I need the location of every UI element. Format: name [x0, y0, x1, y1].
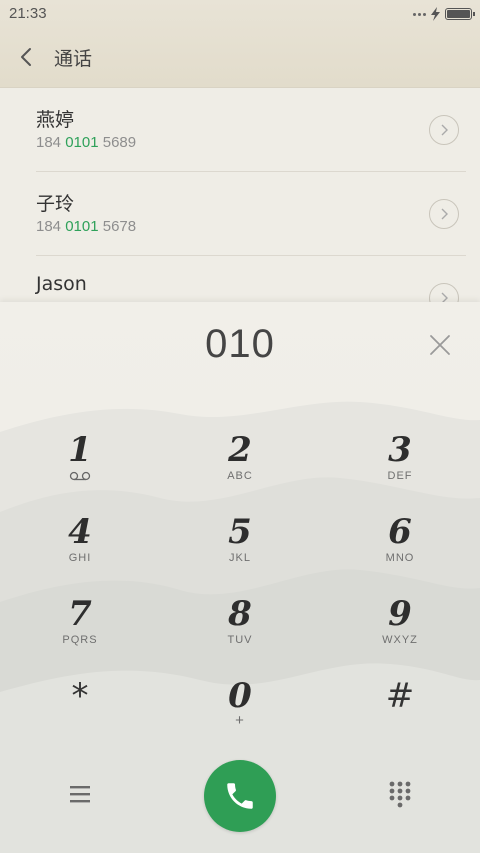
battery-icon — [445, 8, 475, 20]
key-8[interactable]: 8 TUV — [180, 594, 300, 664]
key-4[interactable]: 4 GHI — [20, 512, 140, 582]
key-letters: TUV — [227, 634, 253, 646]
key-letters: DEF — [387, 470, 413, 482]
key-2[interactable]: 2 ABC — [180, 430, 300, 500]
key-digit: 5 — [228, 512, 252, 552]
dialpad-area: 010 1 2 ABC 3 DEF 4 GHI 5 JKL 6 MNO 7 PQ… — [0, 302, 480, 853]
contact-row[interactable]: 燕婷 184 0101 5689 — [0, 88, 480, 172]
key-3[interactable]: 3 DEF — [340, 430, 460, 500]
key-1[interactable]: 1 — [20, 430, 140, 500]
key-star[interactable]: * — [20, 676, 140, 746]
contact-detail-button[interactable] — [429, 115, 459, 145]
key-digit: * — [71, 676, 89, 716]
chevron-right-icon — [441, 208, 448, 220]
key-letters: JKL — [229, 552, 251, 564]
page-title: 通话 — [54, 48, 93, 70]
key-digit: 8 — [228, 594, 252, 634]
contact-name: Jason — [36, 273, 87, 295]
dial-input[interactable]: 010 — [0, 322, 480, 367]
contact-row[interactable]: Jason — [0, 256, 480, 302]
key-7[interactable]: 7 PQRS — [20, 594, 140, 664]
chevron-right-icon — [441, 124, 448, 136]
phone-icon — [227, 783, 253, 809]
keypad-icon[interactable] — [388, 780, 412, 808]
key-0[interactable]: 0 + — [180, 676, 300, 746]
contact-number: 184 0101 5689 — [36, 134, 137, 151]
key-digit: 0 — [228, 676, 252, 716]
key-letters: ABC — [227, 470, 253, 482]
contact-name: 燕婷 — [36, 109, 75, 131]
status-time: 21:33 — [9, 5, 47, 22]
key-digit: 9 — [388, 594, 412, 634]
key-6[interactable]: 6 MNO — [340, 512, 460, 582]
contact-row[interactable]: 子玲 184 0101 5678 — [0, 172, 480, 256]
close-icon[interactable] — [426, 331, 454, 359]
key-9[interactable]: 9 WXYZ — [340, 594, 460, 664]
top-area: 21:33 通话 — [0, 0, 480, 88]
key-digit: 7 — [68, 594, 92, 634]
contact-suggestion-list: 燕婷 184 0101 5689 子玲 184 0101 5678 Jason — [0, 88, 480, 302]
key-letters: GHI — [68, 552, 92, 564]
key-digit: 4 — [68, 512, 92, 552]
key-digit: 3 — [388, 430, 412, 470]
key-letters: WXYZ — [382, 634, 418, 646]
key-digit: 6 — [388, 512, 412, 552]
contact-detail-button[interactable] — [429, 199, 459, 229]
more-dots-icon — [413, 12, 426, 16]
call-button[interactable] — [204, 760, 276, 832]
key-hash[interactable]: # — [340, 676, 460, 746]
key-letters: PQRS — [62, 634, 98, 646]
key-letters: + — [235, 712, 245, 729]
status-icons — [413, 6, 475, 22]
menu-icon[interactable] — [68, 783, 92, 805]
contact-detail-button[interactable] — [429, 283, 459, 302]
key-digit: 2 — [228, 430, 252, 470]
chevron-right-icon — [441, 292, 448, 302]
key-digit: # — [385, 676, 415, 716]
contact-number: 184 0101 5678 — [36, 218, 137, 235]
chevron-left-icon[interactable] — [14, 44, 40, 70]
key-letters: MNO — [385, 552, 415, 564]
contact-name: 子玲 — [36, 193, 75, 215]
key-5[interactable]: 5 JKL — [180, 512, 300, 582]
bottom-bar — [0, 750, 480, 850]
status-bar: 21:33 — [0, 0, 480, 28]
charging-icon — [431, 7, 440, 21]
key-digit: 1 — [68, 430, 92, 470]
voicemail-icon — [69, 471, 91, 481]
header: 通话 — [0, 28, 480, 88]
